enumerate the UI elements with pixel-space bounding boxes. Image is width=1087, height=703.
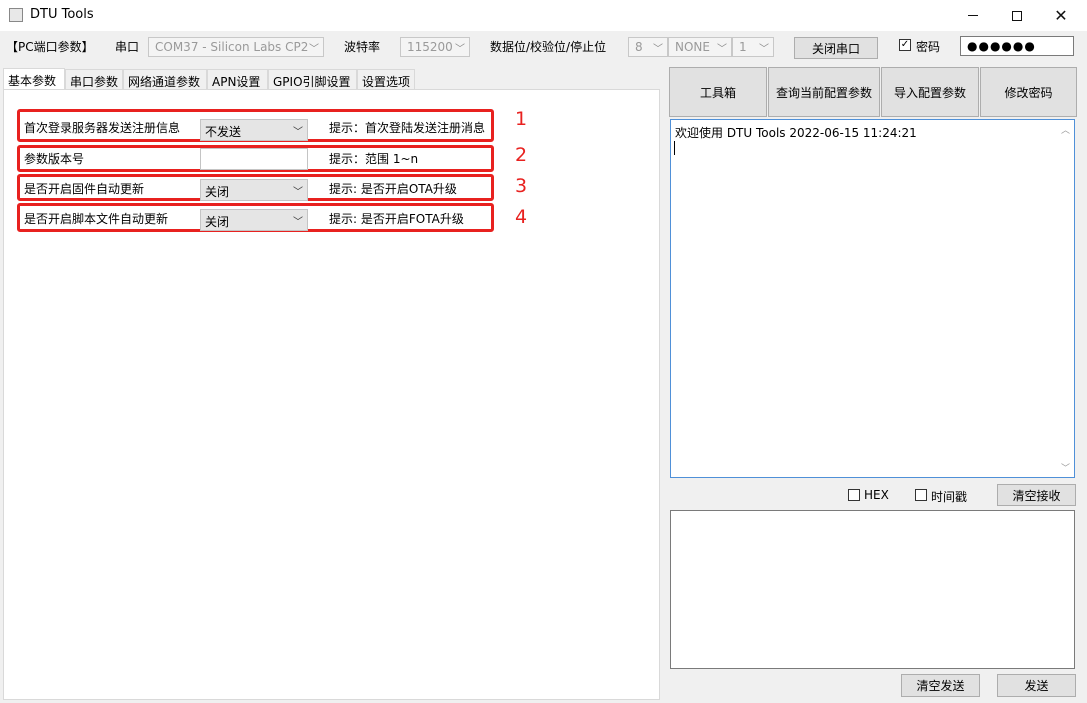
param-hint: 提示: 是否开启OTA升级: [329, 182, 457, 196]
param-label: 首次登录服务器发送注册信息: [24, 121, 181, 135]
baud-rate-value: 115200: [407, 40, 453, 54]
password-checkbox[interactable]: ✓: [899, 39, 911, 51]
minimize-button[interactable]: [950, 0, 996, 31]
send-button[interactable]: 发送: [997, 674, 1076, 697]
timestamp-checkbox[interactable]: [915, 489, 927, 501]
scroll-down-icon: ﹀: [1061, 464, 1071, 474]
import-config-button[interactable]: 导入配置参数: [881, 67, 979, 117]
receive-text: 欢迎使用 DTU Tools 2022-06-15 11:24:21: [675, 126, 917, 140]
tab-label: GPIO引脚设置: [273, 75, 351, 89]
tab-label: 设置选项: [362, 75, 411, 89]
param-hint: 提示: 是否开启FOTA升级: [329, 212, 464, 226]
hex-label: HEX: [864, 488, 889, 502]
annotation-number: 2: [515, 144, 528, 166]
param-row-fota: 是否开启脚本文件自动更新 关闭 ﹀ 提示: 是否开启FOTA升级: [17, 203, 494, 232]
check-icon: ✓: [900, 39, 910, 50]
maximize-icon: [1012, 10, 1022, 21]
data-format-label: 数据位/校验位/停止位: [490, 40, 607, 54]
data-bits-select[interactable]: 8 ﹀: [628, 37, 668, 57]
tab-label: APN设置: [212, 75, 261, 89]
baud-rate-select[interactable]: 115200 ﹀: [400, 37, 470, 57]
annotation-number: 4: [515, 206, 528, 228]
param-label: 是否开启固件自动更新: [24, 182, 145, 196]
receive-textarea[interactable]: 欢迎使用 DTU Tools 2022-06-15 11:24:21 ︿ ﹀: [670, 119, 1075, 478]
chevron-down-icon: ﹀: [293, 127, 303, 138]
chevron-down-icon: ﹀: [759, 44, 769, 55]
stop-bits-value: 1: [739, 40, 747, 54]
change-password-button[interactable]: 修改密码: [980, 67, 1077, 117]
tab-apn-settings[interactable]: APN设置: [207, 69, 268, 91]
stop-bits-select[interactable]: 1 ﹀: [732, 37, 774, 57]
annotation-number: 3: [515, 175, 528, 197]
serial-port-label: 串口: [115, 40, 140, 54]
fota-select[interactable]: 关闭 ﹀: [200, 209, 308, 231]
tab-basic-params[interactable]: 基本参数: [3, 68, 65, 91]
scroll-up-icon: ︿: [1061, 126, 1071, 136]
param-label: 是否开启脚本文件自动更新: [24, 212, 169, 226]
tab-gpio-settings[interactable]: GPIO引脚设置: [268, 69, 357, 91]
tab-label: 串口参数: [70, 75, 119, 89]
chevron-down-icon: ﹀: [309, 44, 319, 55]
text-caret: [674, 141, 675, 155]
annotation-number: 1: [515, 108, 528, 130]
close-icon: ✕: [1054, 6, 1068, 25]
clear-send-button[interactable]: 清空发送: [901, 674, 980, 697]
receive-scrollbar[interactable]: ︿ ﹀: [1059, 121, 1073, 476]
pc-port-label: 【PC端口参数】: [6, 40, 94, 54]
parity-select[interactable]: NONE ﹀: [668, 37, 732, 57]
tab-settings-options[interactable]: 设置选项: [357, 69, 415, 91]
close-port-button[interactable]: 关闭串口: [794, 37, 878, 59]
send-textarea[interactable]: [670, 510, 1075, 669]
title-bar: DTU Tools ✕: [0, 0, 1087, 31]
password-input[interactable]: ●●●●●●: [960, 36, 1074, 56]
param-row-register-info: 首次登录服务器发送注册信息 不发送 ﹀ 提示：首次登陆发送注册消息: [17, 109, 494, 142]
version-input[interactable]: [200, 148, 308, 170]
chevron-down-icon: ﹀: [455, 44, 465, 55]
param-row-version: 参数版本号 提示：范围 1~n: [17, 145, 494, 172]
chevron-down-icon: ﹀: [653, 44, 663, 55]
serial-port-select[interactable]: COM37 - Silicon Labs CP2 ﹀: [148, 37, 324, 57]
parity-value: NONE: [675, 40, 710, 54]
tab-network-params[interactable]: 网络通道参数: [123, 69, 207, 91]
toolbox-button[interactable]: 工具箱: [669, 67, 767, 117]
register-info-select[interactable]: 不发送 ﹀: [200, 119, 308, 141]
hex-checkbox[interactable]: [848, 489, 860, 501]
chevron-down-icon: ﹀: [293, 187, 303, 198]
chevron-down-icon: ﹀: [717, 44, 727, 55]
select-value: 不发送: [205, 125, 242, 139]
maximize-button[interactable]: [994, 0, 1040, 31]
ota-select[interactable]: 关闭 ﹀: [200, 179, 308, 201]
tab-label: 基本参数: [8, 74, 57, 88]
window-title: DTU Tools: [30, 7, 94, 22]
timestamp-label: 时间戳: [931, 490, 968, 504]
baud-rate-label: 波特率: [344, 40, 381, 54]
data-bits-value: 8: [635, 40, 643, 54]
select-value: 关闭: [205, 185, 230, 199]
tab-serial-params[interactable]: 串口参数: [65, 69, 123, 91]
minimize-icon: [968, 15, 978, 16]
serial-port-value: COM37 - Silicon Labs CP2: [155, 40, 309, 54]
param-hint: 提示：范围 1~n: [329, 152, 419, 166]
chevron-down-icon: ﹀: [293, 217, 303, 228]
clear-receive-button[interactable]: 清空接收: [997, 484, 1076, 506]
app-icon: [9, 8, 23, 22]
param-hint: 提示：首次登陆发送注册消息: [329, 121, 486, 135]
query-config-button[interactable]: 查询当前配置参数: [768, 67, 880, 117]
select-value: 关闭: [205, 215, 230, 229]
param-row-ota: 是否开启固件自动更新 关闭 ﹀ 提示: 是否开启OTA升级: [17, 174, 494, 201]
param-label: 参数版本号: [24, 152, 85, 166]
password-label: 密码: [916, 40, 941, 54]
tab-label: 网络通道参数: [128, 75, 201, 89]
close-button[interactable]: ✕: [1038, 0, 1084, 31]
